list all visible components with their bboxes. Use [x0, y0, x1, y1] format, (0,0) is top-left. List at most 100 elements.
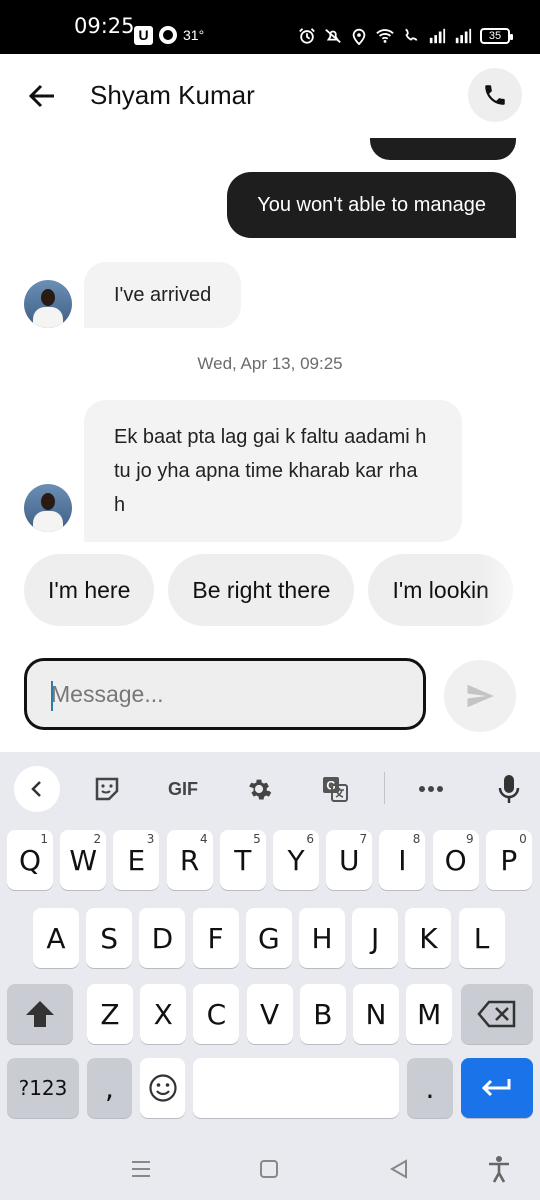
wifi-icon: [376, 29, 394, 43]
signal-icon: [429, 28, 446, 44]
back-button[interactable]: [22, 76, 62, 116]
more-horizontal-icon: [419, 786, 443, 792]
key-w[interactable]: W2: [60, 830, 107, 890]
key-p[interactable]: P0: [485, 830, 532, 890]
key-a[interactable]: A: [33, 908, 79, 968]
emoji-icon: [148, 1074, 177, 1102]
backspace-icon: [477, 1000, 516, 1028]
home-square-icon: [260, 1160, 278, 1178]
alarm-icon: [299, 28, 315, 44]
avatar: [24, 484, 72, 532]
message-timestamp: Wed, Apr 13, 09:25: [197, 354, 343, 373]
send-button[interactable]: [444, 660, 516, 732]
enter-key[interactable]: [461, 1058, 533, 1118]
backspace-key[interactable]: [461, 984, 533, 1044]
chevron-left-icon: [31, 781, 41, 797]
keyboard: GIF G Q1W2E3R4T5Y6U7I8O9P0 ASDFGHJKL ZXC…: [0, 752, 540, 1138]
contact-name: Shyam Kumar: [90, 80, 255, 110]
key-r[interactable]: R4: [166, 830, 213, 890]
status-left-icons: U 31°: [134, 24, 204, 46]
key-hint: 1: [40, 832, 48, 846]
shift-key[interactable]: [7, 984, 73, 1044]
key-hint: 3: [146, 832, 155, 846]
translate-button[interactable]: G: [312, 766, 358, 812]
gif-button[interactable]: GIF: [160, 766, 206, 812]
voice-input-button[interactable]: [486, 766, 532, 812]
key-label: Y: [287, 843, 305, 877]
key-k[interactable]: K: [405, 908, 452, 968]
key-n[interactable]: N: [353, 984, 399, 1044]
key-f[interactable]: F: [192, 908, 239, 968]
gear-icon: [249, 779, 272, 800]
key-t[interactable]: T5: [219, 830, 266, 890]
key-m[interactable]: M: [406, 984, 453, 1044]
key-o[interactable]: O9: [432, 830, 479, 890]
home-button[interactable]: [252, 1152, 286, 1186]
key-v[interactable]: V: [246, 984, 293, 1044]
status-time: 09:25: [74, 14, 135, 38]
message-input[interactable]: Message...: [24, 658, 426, 730]
key-u[interactable]: U7: [326, 830, 373, 890]
more-button[interactable]: [408, 766, 454, 812]
key-h[interactable]: H: [299, 908, 345, 968]
status-right-icons: 35: [298, 24, 513, 48]
battery-icon: 35: [480, 28, 513, 44]
message-placeholder: Message...: [51, 680, 164, 707]
key-label: R: [179, 843, 200, 877]
accessibility-button[interactable]: [482, 1152, 516, 1186]
key-g[interactable]: G: [245, 908, 292, 968]
incoming-message: Ek baat pta lag gai k faltu aadami h tu …: [84, 400, 462, 542]
quick-reply-chip[interactable]: I'm here: [24, 554, 155, 626]
status-temperature: 31°: [183, 27, 205, 43]
key-label: Q: [18, 843, 42, 877]
keyboard-collapse-button[interactable]: [14, 766, 60, 812]
outgoing-message: You won't able to manage: [227, 172, 516, 238]
emoji-key[interactable]: [140, 1058, 185, 1118]
space-key[interactable]: [193, 1058, 399, 1118]
key-y[interactable]: Y6: [273, 830, 319, 890]
settings-button[interactable]: [236, 766, 282, 812]
key-hint: 4: [199, 832, 208, 846]
signal-icon-2: [455, 28, 472, 44]
period-key[interactable]: .: [407, 1058, 453, 1118]
key-i[interactable]: I8: [379, 830, 426, 890]
key-hint: 6: [306, 832, 314, 846]
key-z[interactable]: Z: [87, 984, 133, 1044]
comma-key[interactable]: ,: [87, 1058, 132, 1118]
message-list[interactable]: You won't able to manage I've arrived We…: [0, 138, 540, 548]
system-nav-bar: [0, 1138, 540, 1200]
key-hint: 0: [519, 832, 527, 846]
phone-icon: [485, 85, 505, 105]
key-x[interactable]: X: [140, 984, 187, 1044]
sticker-button[interactable]: [84, 766, 130, 812]
key-j[interactable]: J: [352, 908, 399, 968]
key-e[interactable]: E3: [113, 830, 160, 890]
key-label: U: [338, 843, 360, 877]
key-label: P: [500, 843, 518, 877]
symbols-key[interactable]: ?123: [7, 1058, 79, 1118]
key-d[interactable]: D: [139, 908, 186, 968]
arrow-left-icon: [28, 84, 54, 108]
keyboard-toolbar: GIF G: [0, 752, 540, 824]
key-c[interactable]: C: [193, 984, 240, 1044]
key-q[interactable]: Q1: [7, 830, 53, 890]
key-hint: 7: [359, 832, 368, 846]
enter-icon: [481, 1079, 511, 1097]
key-label: T: [234, 843, 252, 877]
menu-lines-icon: [132, 1161, 150, 1177]
quick-reply-chip[interactable]: Be right there: [168, 554, 355, 626]
quick-replies: I'm here Be right there I'm lookin: [24, 554, 540, 626]
key-l[interactable]: L: [458, 908, 505, 968]
call-button[interactable]: [468, 68, 522, 122]
key-s[interactable]: S: [86, 908, 133, 968]
key-hint: 8: [412, 832, 421, 846]
accessibility-icon: [489, 1156, 509, 1183]
mute-icon: [325, 29, 341, 43]
recents-button[interactable]: [124, 1152, 158, 1186]
nav-back-button[interactable]: [382, 1152, 416, 1186]
key-b[interactable]: B: [299, 984, 346, 1044]
translate-icon: G: [323, 777, 348, 802]
shift-icon: [26, 1001, 54, 1027]
chat-header: Shyam Kumar: [0, 54, 540, 138]
key-hint: 5: [253, 832, 261, 846]
